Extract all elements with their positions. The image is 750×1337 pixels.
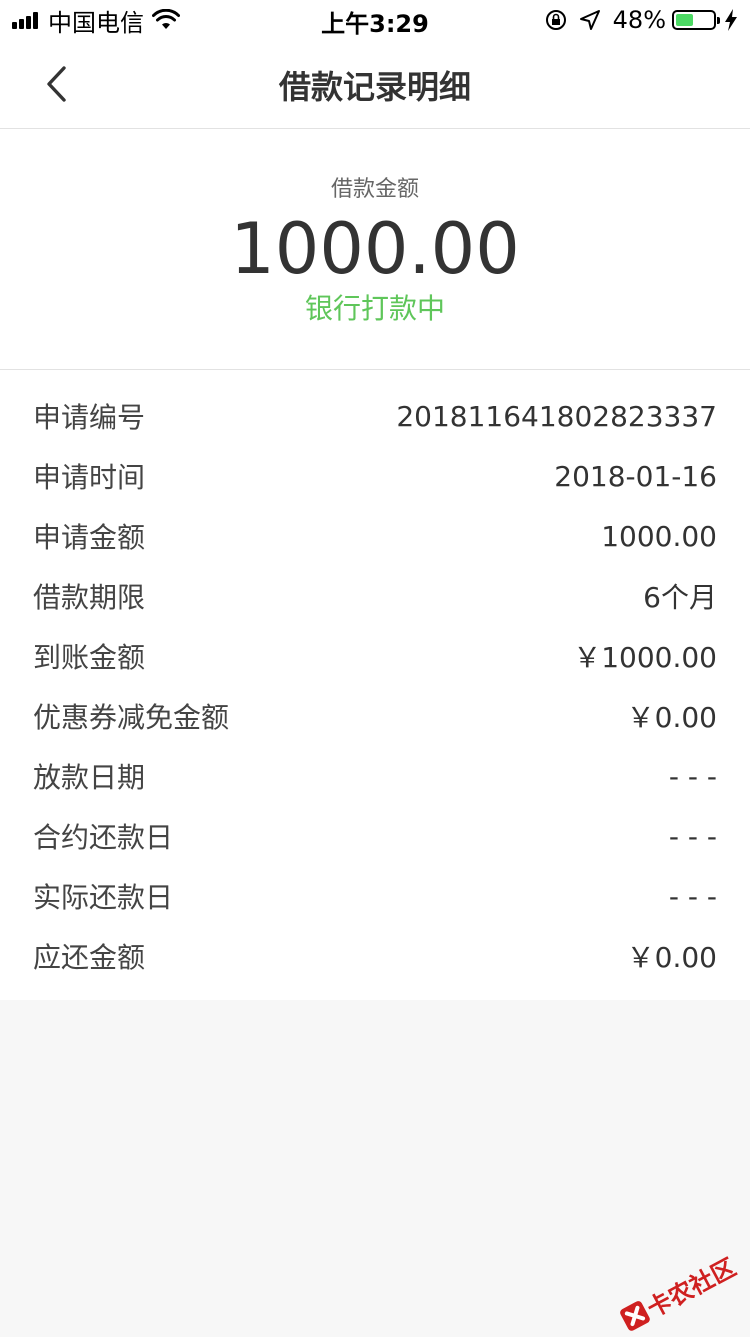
detail-row-received-amount: 到账金额 ￥1000.00: [33, 626, 717, 686]
detail-row-actual-repayment-date: 实际还款日 - - -: [33, 866, 717, 926]
detail-value: 201811641802823337: [396, 399, 717, 433]
detail-value: - - -: [668, 819, 717, 853]
detail-row-application-amount: 申请金额 1000.00: [33, 506, 717, 566]
detail-value: ￥0.00: [626, 941, 717, 974]
status-right: 48%: [545, 6, 738, 34]
detail-row-amount-due: 应还金额 ￥0.00: [33, 926, 717, 986]
detail-row-application-time: 申请时间 2018-01-16: [33, 446, 717, 506]
detail-label: 优惠券减免金额: [33, 701, 230, 734]
page-title: 借款记录明细: [278, 68, 471, 106]
orientation-lock-icon: [545, 10, 566, 30]
loan-amount-label: 借款金额: [330, 177, 419, 202]
detail-label: 应还金额: [33, 941, 146, 974]
loan-summary: 借款金额 1000.00 银行打款中: [0, 129, 750, 370]
loan-details: 申请编号 201811641802823337 申请时间 2018-01-16 …: [0, 370, 750, 1000]
detail-row-application-number: 申请编号 201811641802823337: [33, 386, 717, 446]
detail-label: 实际还款日: [33, 881, 174, 914]
detail-value: 1000.00: [601, 519, 717, 553]
location-arrow-icon: [579, 10, 600, 30]
detail-row-loan-term: 借款期限 6个月: [33, 566, 717, 626]
detail-value: 2018-01-16: [554, 459, 717, 493]
status-bar: 中国电信 上午3:29 48%: [0, 0, 750, 40]
battery-percent: 48%: [612, 6, 666, 34]
detail-value: ￥0.00: [626, 701, 717, 734]
detail-value: - - -: [668, 879, 717, 913]
detail-row-contract-repayment-date: 合约还款日 - - -: [33, 806, 717, 866]
detail-label: 申请时间: [33, 461, 146, 494]
detail-row-coupon-discount: 优惠券减免金额 ￥0.00: [33, 686, 717, 746]
loan-status: 银行打款中: [304, 292, 445, 325]
loan-amount: 1000.00: [230, 208, 520, 290]
watermark-text: 卡农社区: [642, 1253, 741, 1324]
detail-value: 6个月: [643, 581, 717, 614]
nav-bar: 借款记录明细: [0, 40, 750, 129]
detail-row-disbursement-date: 放款日期 - - -: [33, 746, 717, 806]
detail-label: 借款期限: [33, 581, 146, 614]
detail-value: ￥1000.00: [573, 641, 717, 674]
charging-bolt-icon: [725, 9, 737, 31]
detail-label: 合约还款日: [33, 821, 174, 854]
detail-label: 到账金额: [33, 641, 146, 674]
battery-icon: [672, 10, 720, 30]
battery-fill: [676, 14, 694, 26]
detail-value: - - -: [668, 759, 717, 793]
detail-label: 申请编号: [33, 401, 146, 434]
watermark: 卡农社区: [615, 1248, 741, 1337]
detail-label: 申请金额: [33, 521, 146, 554]
detail-label: 放款日期: [33, 761, 146, 794]
